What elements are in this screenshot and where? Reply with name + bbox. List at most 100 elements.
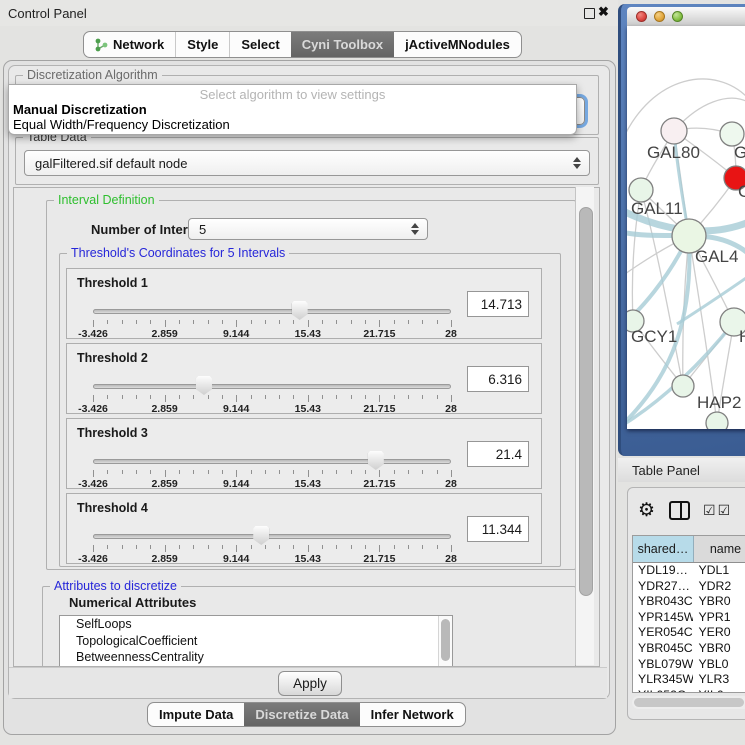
table-header-row: shared… name xyxy=(633,536,745,563)
threshold-label: Threshold 3 xyxy=(77,426,148,440)
table-row[interactable]: YIL052CYIL0 xyxy=(633,688,745,693)
network-node[interactable] xyxy=(706,412,728,429)
interval-definition-title: Interval Definition xyxy=(54,193,159,207)
number-of-intervals-spinner[interactable]: 5 xyxy=(188,218,428,240)
tab-jactivemnodules[interactable]: jActiveMNodules xyxy=(394,32,521,57)
threshold-slider[interactable]: -3.4262.8599.14415.4321.71528 xyxy=(93,380,451,414)
thresholds-group-title: Threshold's Coordinates for 5 Intervals xyxy=(67,246,289,260)
attribute-item[interactable]: BetweennessCentrality xyxy=(60,649,452,666)
table-horizontal-scrollbar[interactable] xyxy=(632,696,745,709)
discretization-algorithm-title: Discretization Algorithm xyxy=(23,68,162,82)
network-node-label: GAL4 xyxy=(695,247,738,266)
checkbox-checked-icon[interactable]: ☑ xyxy=(703,502,716,519)
tab-label: Infer Network xyxy=(371,707,454,722)
cell-name: YDR2 xyxy=(693,579,745,595)
threshold-value-field[interactable]: 11.344 xyxy=(467,516,529,542)
cell-name: YBR0 xyxy=(693,641,745,657)
threshold-slider[interactable]: -3.4262.8599.14415.4321.71528 xyxy=(93,530,451,564)
network-canvas[interactable]: GAL80GACGAL11GAL4GCY1HHAP2 xyxy=(627,26,745,429)
network-icon xyxy=(95,38,108,52)
table-row[interactable]: YDR27…YDR2 xyxy=(633,579,745,595)
thresholds-list: Threshold 1 -3.4262.8599.14415.4321.7152… xyxy=(66,268,542,564)
tab-label: Cyni Toolbox xyxy=(302,37,383,52)
attributes-group-title: Attributes to discretize xyxy=(50,579,181,593)
settings-scroll-viewport: Interval Definition Number of Intervals … xyxy=(13,187,600,667)
tab-select[interactable]: Select xyxy=(229,32,290,57)
apply-button[interactable]: Apply xyxy=(278,671,342,696)
slider-track[interactable] xyxy=(93,384,451,389)
attributes-scrollbar[interactable] xyxy=(438,616,452,666)
cell-name: YIL0 xyxy=(693,688,745,693)
node-table[interactable]: shared… name YDL19…YDL1YDR27…YDR2YBR043C… xyxy=(632,535,745,693)
threshold-panel: Threshold 1 -3.4262.8599.14415.4321.7152… xyxy=(66,268,542,339)
zoom-traffic-light-icon[interactable] xyxy=(672,11,683,22)
table-row[interactable]: YBL079WYBL0 xyxy=(633,657,745,673)
slider-tick-labels: -3.4262.8599.14415.4321.71528 xyxy=(93,553,451,565)
tab-label: Network xyxy=(113,37,164,52)
table-row[interactable]: YPR145WYPR1 xyxy=(633,610,745,626)
slider-thumb-icon[interactable] xyxy=(292,301,308,320)
screen: { "window": { "title": "Control Panel" }… xyxy=(0,0,745,745)
table-hscrollbar-thumb[interactable] xyxy=(634,698,744,707)
cell-name: YER0 xyxy=(693,625,745,641)
threshold-value-field[interactable]: 14.713 xyxy=(467,291,529,317)
float-panel-icon[interactable] xyxy=(584,8,595,19)
table-data-combo[interactable]: galFiltered.sif default node xyxy=(24,150,590,176)
close-panel-icon[interactable]: ✖ xyxy=(598,4,609,20)
slider-track[interactable] xyxy=(93,459,451,464)
slider-thumb-icon[interactable] xyxy=(196,376,212,395)
tab-label: Select xyxy=(241,37,279,52)
table-row[interactable]: YDL19…YDL1 xyxy=(633,563,745,579)
tab-network[interactable]: Network xyxy=(84,32,175,57)
algorithm-dropdown-popup: Select algorithm to view settings Manual… xyxy=(8,84,577,135)
network-node-label: GAL11 xyxy=(631,199,683,218)
slider-ticks xyxy=(93,395,451,403)
slider-track[interactable] xyxy=(93,309,451,314)
network-view-window[interactable]: GAL80GACGAL11GAL4GCY1HHAP2 xyxy=(618,4,745,456)
split-columns-icon[interactable] xyxy=(669,501,690,520)
cell-shared-name: YBL079W xyxy=(633,657,693,673)
algorithm-option[interactable]: Equal Width/Frequency Discretization xyxy=(9,117,576,132)
table-row[interactable]: YBR043CYBR0 xyxy=(633,594,745,610)
network-node[interactable] xyxy=(661,118,687,144)
threshold-slider[interactable]: -3.4262.8599.14415.4321.71528 xyxy=(93,455,451,489)
attribute-item[interactable]: TopologicalCoefficient xyxy=(60,633,452,650)
slider-track[interactable] xyxy=(93,534,451,539)
tab-infer-network[interactable]: Infer Network xyxy=(360,703,465,726)
algorithm-option[interactable]: Manual Discretization xyxy=(9,102,576,117)
minimize-traffic-light-icon[interactable] xyxy=(654,11,665,22)
column-header-name[interactable]: name xyxy=(694,536,745,562)
column-header-shared-name[interactable]: shared… xyxy=(633,536,694,562)
algorithm-options: Manual DiscretizationEqual Width/Frequen… xyxy=(9,102,576,132)
tab-label: Impute Data xyxy=(159,707,233,722)
close-traffic-light-icon[interactable] xyxy=(636,11,647,22)
tab-style[interactable]: Style xyxy=(175,32,229,57)
tab-discretize-data[interactable]: Discretize Data xyxy=(244,703,359,726)
threshold-value-field[interactable]: 6.316 xyxy=(467,366,529,392)
slider-thumb-icon[interactable] xyxy=(253,526,269,545)
table-toolbar: ⚙ ☑ ☑ xyxy=(638,496,745,524)
threshold-label: Threshold 1 xyxy=(77,276,148,290)
threshold-slider[interactable]: -3.4262.8599.14415.4321.71528 xyxy=(93,305,451,339)
slider-ticks xyxy=(93,545,451,553)
cell-shared-name: YDL19… xyxy=(633,563,693,579)
viewport-scrollbar-thumb[interactable] xyxy=(579,207,593,596)
network-node-label: HAP2 xyxy=(697,393,741,412)
checkbox-checked-icon[interactable]: ☑ xyxy=(718,502,731,519)
table-row[interactable]: YLR345WYLR3 xyxy=(633,672,745,688)
network-node[interactable] xyxy=(672,375,694,397)
attributes-scrollbar-thumb[interactable] xyxy=(441,619,450,661)
table-row[interactable]: YER054CYER0 xyxy=(633,625,745,641)
attributes-group: Attributes to discretize Numerical Attri… xyxy=(42,586,576,667)
gear-icon[interactable]: ⚙ xyxy=(638,499,655,522)
cell-name: YPR1 xyxy=(693,610,745,626)
numerical-attributes-list[interactable]: SelfLoopsTopologicalCoefficientBetweenne… xyxy=(59,615,453,667)
cell-shared-name: YER054C xyxy=(633,625,693,641)
threshold-value-field[interactable]: 21.4 xyxy=(467,441,529,467)
viewport-scrollbar[interactable] xyxy=(575,187,594,665)
tab-cyni-toolbox[interactable]: Cyni Toolbox xyxy=(291,32,394,57)
table-row[interactable]: YBR045CYBR0 xyxy=(633,641,745,657)
attribute-item[interactable]: SelfLoops xyxy=(60,616,452,633)
tab-impute-data[interactable]: Impute Data xyxy=(148,703,244,726)
slider-thumb-icon[interactable] xyxy=(368,451,384,470)
